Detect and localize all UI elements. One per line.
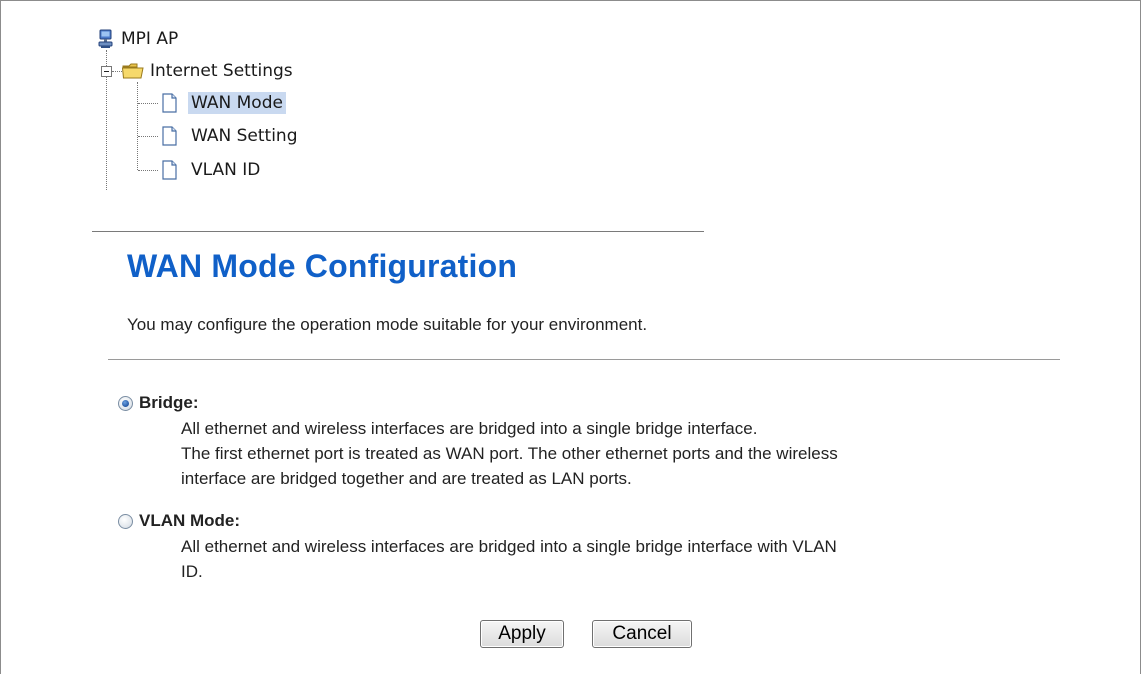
cancel-button[interactable]: Cancel (592, 620, 692, 648)
collapse-toggle-icon[interactable] (101, 66, 112, 77)
page-title: WAN Mode Configuration (127, 248, 518, 284)
folder-icon (121, 61, 145, 81)
network-computer-icon (96, 28, 118, 50)
page-icon (158, 159, 180, 181)
vlan-mode-radio[interactable] (118, 513, 133, 529)
navigation-tree: MPI AP Internet Settings WAN Mode WAN Se… (0, 0, 600, 200)
tree-connector-line (112, 71, 122, 72)
tree-item-vlan-id[interactable]: VLAN ID (158, 158, 263, 182)
apply-button[interactable]: Apply (480, 620, 564, 648)
tree-item-wan-mode[interactable]: WAN Mode (158, 91, 286, 115)
bridge-radio[interactable] (118, 395, 133, 411)
page-description: You may configure the operation mode sui… (127, 315, 648, 334)
option-vlan-mode: VLAN Mode: All ethernet and wireless int… (118, 510, 1051, 584)
tree-item-label: WAN Setting (191, 126, 298, 146)
tree-folder-label: Internet Settings (150, 61, 293, 81)
tree-item-label: WAN Mode (188, 92, 286, 114)
divider (108, 359, 1060, 360)
tree-folder-internet-settings[interactable]: Internet Settings (121, 59, 296, 83)
tree-connector-line (138, 103, 158, 104)
divider (92, 231, 704, 232)
vlan-mode-description-line: ID. (181, 562, 203, 581)
bridge-description-line: interface are bridged together and are t… (181, 469, 632, 488)
tree-connector-line (138, 170, 158, 171)
vlan-mode-label[interactable]: VLAN Mode: (139, 511, 240, 531)
tree-connector-line (137, 82, 138, 170)
tree-item-wan-setting[interactable]: WAN Setting (158, 124, 301, 148)
vlan-mode-description: All ethernet and wireless interfaces are… (181, 534, 1051, 584)
option-bridge: Bridge: All ethernet and wireless interf… (118, 392, 1051, 491)
bridge-description-line: All ethernet and wireless interfaces are… (181, 419, 758, 438)
page-icon (158, 125, 180, 147)
bridge-description: All ethernet and wireless interfaces are… (181, 416, 1051, 491)
tree-item-label: VLAN ID (191, 160, 261, 180)
tree-root-label: MPI AP (121, 29, 179, 49)
bridge-description-line: The first ethernet port is treated as WA… (181, 444, 838, 463)
bridge-label[interactable]: Bridge: (139, 393, 199, 413)
tree-connector-line (138, 136, 158, 137)
vlan-mode-description-line: All ethernet and wireless interfaces are… (181, 537, 837, 556)
tree-root[interactable]: MPI AP (96, 27, 181, 51)
page-icon (158, 92, 180, 114)
